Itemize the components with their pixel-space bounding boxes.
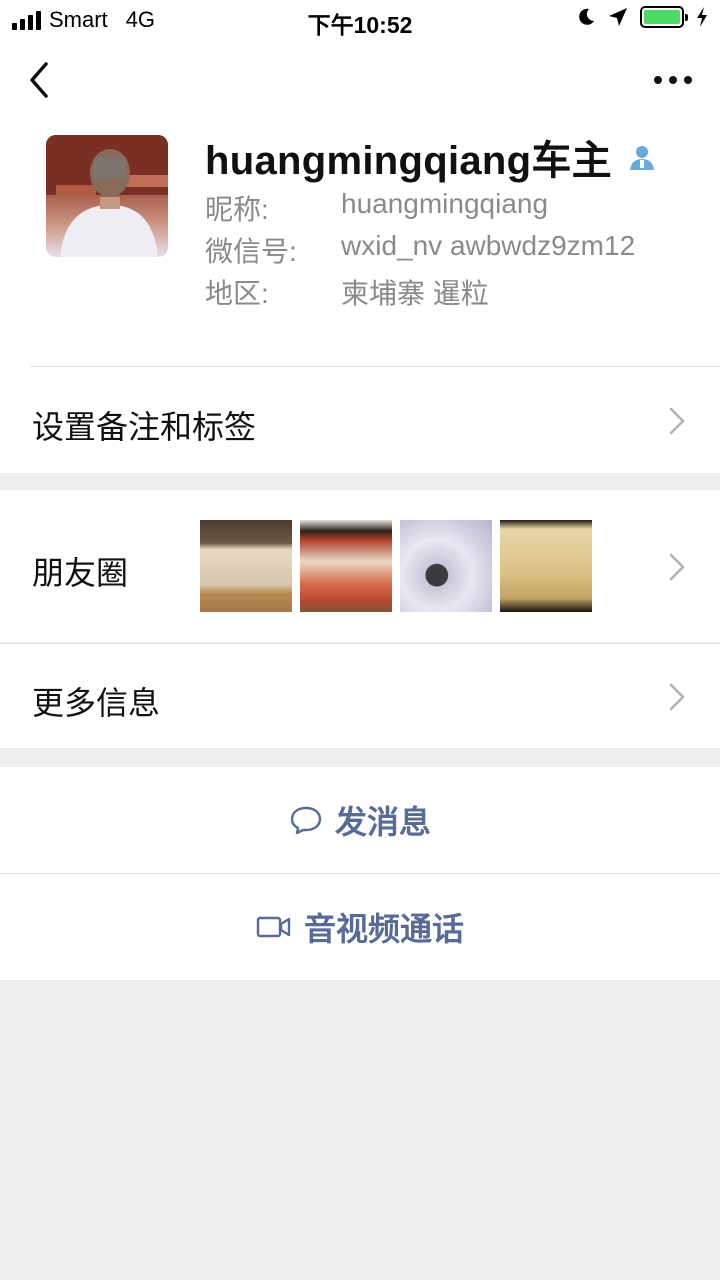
ellipsis-icon [654,76,692,84]
wechat-id-row: 微信号: wxid_nv awbwdz9zm12 [205,230,635,270]
region-label: 地区: [205,278,269,309]
more-info-label: 更多信息 [32,685,161,721]
send-message-button[interactable]: 发消息 [0,767,720,873]
chevron-left-icon [30,62,48,98]
chat-bubble-icon [290,806,322,835]
moments-thumbnails [200,520,592,612]
send-message-label: 发消息 [334,804,431,840]
charging-bolt-icon [697,7,707,27]
more-options-button[interactable] [648,62,698,98]
video-call-button[interactable]: 音视频通话 [0,874,720,980]
status-bar: Smart 4G 下午10:52 [0,0,720,40]
nickname-value: huangmingqiang [341,188,549,219]
moment-thumbnail [400,520,492,612]
video-call-label: 音视频通话 [303,911,464,947]
wechat-id-value: wxid_nv awbwdz9zm12 [341,230,636,261]
region-value: 柬埔寨 暹粒 [341,278,489,309]
chevron-right-icon [669,683,685,711]
moment-thumbnail [300,520,392,612]
navigation-bar [0,40,720,120]
video-camera-icon [256,916,291,938]
moment-thumbnail [500,520,592,612]
set-remark-tags-row[interactable]: 设置备注和标签 [0,368,720,473]
avatar-photo [46,135,168,257]
back-button[interactable] [20,56,64,104]
battery-icon [640,6,688,28]
region-row: 地区: 柬埔寨 暹粒 [205,272,489,312]
moon-icon [579,8,594,25]
moments-label: 朋友圈 [32,555,129,591]
moment-thumbnail [200,520,292,612]
display-name: huangmingqiang车主 [205,139,612,183]
divider [30,366,720,367]
name-row: huangmingqiang车主 [205,128,656,186]
nickname-row: 昵称: huangmingqiang [205,188,548,228]
contact-person-icon [630,146,654,170]
profile-header: huangmingqiang车主 昵称: huangmingqiang 微信号:… [0,120,720,368]
wechat-id-label: 微信号: [205,236,297,267]
location-arrow-icon [609,8,627,26]
moments-row[interactable]: 朋友圈 [0,490,720,642]
contact-profile-page: Smart 4G 下午10:52 huangmingqiang车主 昵称: hu… [0,0,720,1280]
avatar[interactable] [46,135,168,257]
chevron-right-icon [669,407,685,435]
nickname-label: 昵称: [205,194,269,225]
status-right [576,6,708,28]
chevron-right-icon [669,553,685,581]
set-remark-tags-label: 设置备注和标签 [32,409,257,445]
more-info-row[interactable]: 更多信息 [0,643,720,748]
